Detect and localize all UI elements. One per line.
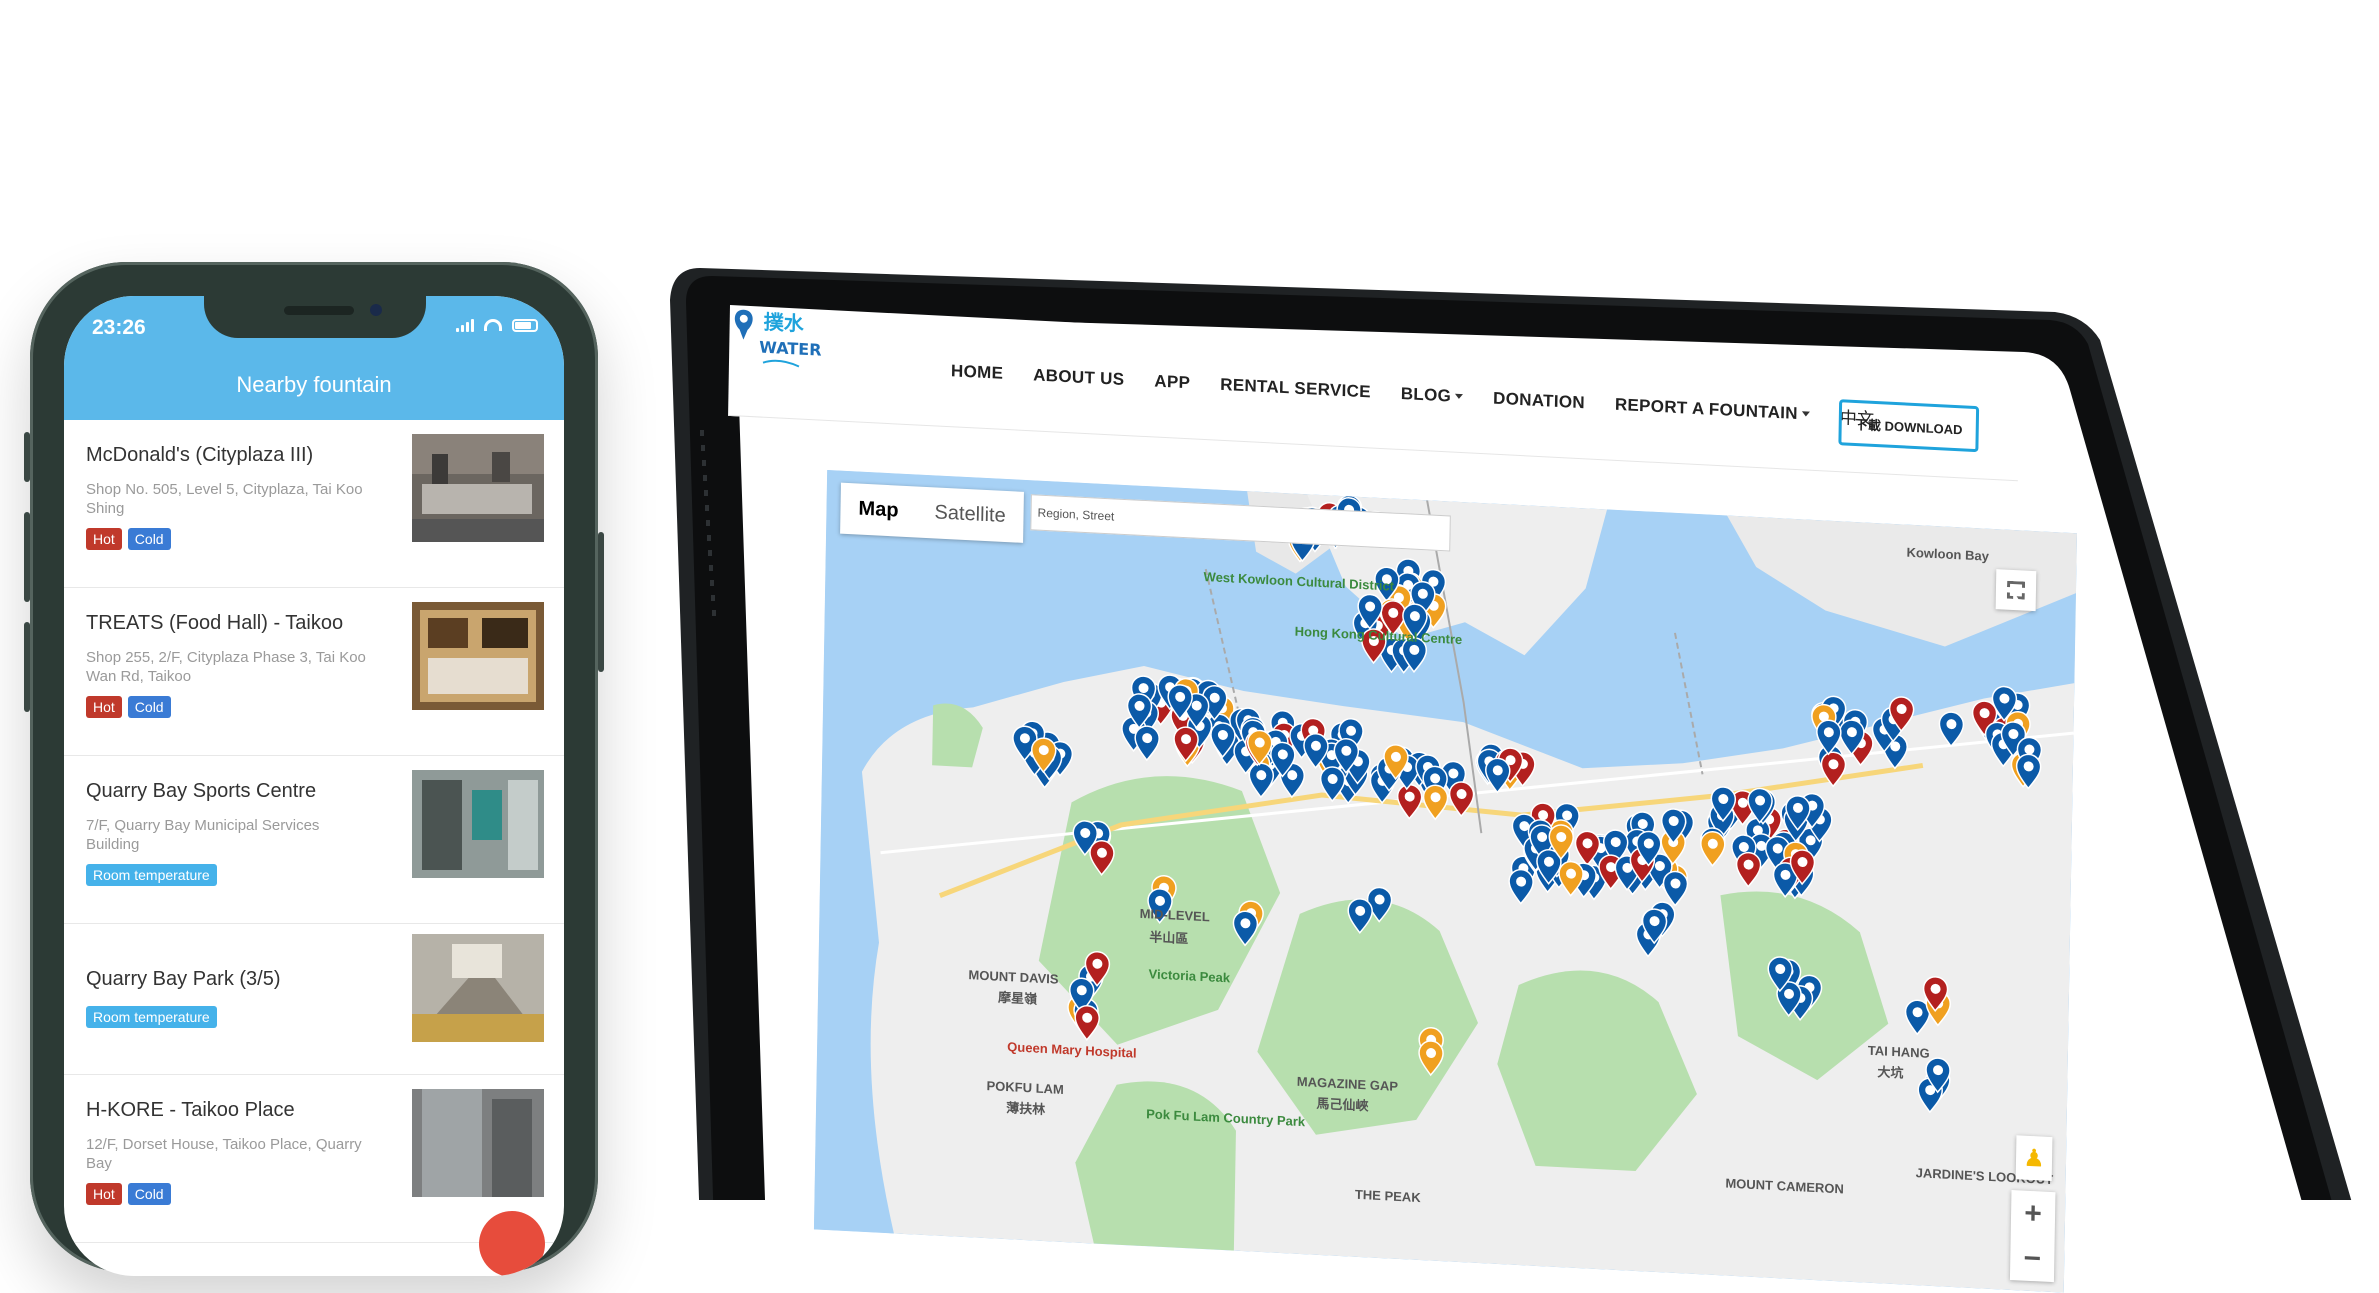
tab-satellite[interactable]: Satellite <box>916 486 1024 542</box>
tag-group: Hot Cold <box>86 528 171 550</box>
fullscreen-icon <box>2007 581 2025 600</box>
fountain-pin-icon[interactable] <box>1735 851 1762 888</box>
fountain-pin-icon[interactable] <box>1485 757 1511 794</box>
list-item[interactable]: Quarry Bay Sports Centre 7/F, Quarry Bay… <box>64 756 564 924</box>
tag-group: Room temperature <box>86 864 217 886</box>
fountain-thumbnail <box>412 770 544 878</box>
nav-blog-label: BLOG <box>1400 383 1452 406</box>
floating-action-button[interactable] <box>479 1211 545 1276</box>
fountain-pin-icon[interactable] <box>1319 766 1346 803</box>
tab-map[interactable]: Map <box>840 483 917 538</box>
phone-screen: 23:26 Nearby fountain McDonald's (Citypl… <box>64 296 564 1276</box>
list-item[interactable]: McDonald's (Cityplaza III) Shop No. 505,… <box>64 420 564 588</box>
tag-group: Hot Cold <box>86 696 171 718</box>
caret-down-icon <box>1455 393 1464 400</box>
fountain-pin-icon[interactable] <box>1938 711 1965 748</box>
nav-report-a-fountain[interactable]: REPORT A FOUNTAIN <box>1615 392 1810 427</box>
wifi-icon <box>484 319 502 331</box>
fountain-address: 12/F, Dorset House, Taikoo Place, Quarry… <box>86 1136 362 1172</box>
caret-down-icon <box>1801 411 1810 417</box>
hot-badge: Hot <box>86 528 122 550</box>
fountain-name: H-KORE - Taikoo Place <box>86 1099 295 1121</box>
room-temperature-badge: Room temperature <box>86 1006 217 1028</box>
site-navbar: 撲水 WATER HOME ABOUT US APP RENTAL SERVIC… <box>728 305 2020 482</box>
fountain-map[interactable]: Map Satellite Region, Street West Kowloo… <box>813 469 2078 1293</box>
fountain-pin-icon[interactable] <box>1662 870 1689 907</box>
nav-about-us[interactable]: ABOUT US <box>1033 362 1125 392</box>
map-label: TAI HANG <box>1867 1042 1930 1061</box>
fountain-pin-icon[interactable] <box>1820 751 1847 788</box>
fountain-thumbnail <box>412 1089 544 1197</box>
fountain-pin-icon[interactable] <box>1422 784 1449 821</box>
cold-badge: Cold <box>127 696 171 718</box>
battery-icon <box>512 318 538 332</box>
fountain-thumbnail <box>412 934 544 1042</box>
hot-badge: Hot <box>86 696 122 718</box>
svg-text:WATER: WATER <box>759 338 822 360</box>
map-type-control: Map Satellite <box>840 482 1025 543</box>
fountain-pin-icon[interactable] <box>1700 831 1726 867</box>
fountain-pin-icon[interactable] <box>1248 762 1275 799</box>
room-temperature-badge: Room temperature <box>86 864 217 886</box>
fountain-pin-icon[interactable] <box>1347 898 1373 935</box>
nav-app[interactable]: APP <box>1154 369 1190 396</box>
status-icons <box>456 318 538 332</box>
fountain-address: Shop No. 505, Level 5, Cityplaza, Tai Ko… <box>86 481 363 517</box>
map-label: 馬己仙峽 <box>1316 1095 1369 1114</box>
website: 撲水 WATER HOME ABOUT US APP RENTAL SERVIC… <box>714 305 2078 1293</box>
fountain-address: Shop 255, 2/F, Cityplaza Phase 3, Tai Ko… <box>86 649 366 685</box>
fountain-thumbnail <box>412 602 544 710</box>
fountain-pins <box>1012 494 2043 1114</box>
street-view-pegman-icon[interactable]: ♟ <box>2015 1135 2053 1182</box>
signal-icon <box>456 318 474 332</box>
nav-blog[interactable]: BLOG <box>1401 381 1464 409</box>
zoom-out-button[interactable]: − <box>2010 1235 2055 1282</box>
fullscreen-button[interactable] <box>1995 569 2037 612</box>
fountain-pin-icon[interactable] <box>1232 910 1259 947</box>
fountain-name: Quarry Bay Park (3/5) <box>86 968 281 990</box>
fountain-pin-icon[interactable] <box>1508 868 1534 905</box>
fountain-name: McDonald's (Cityplaza III) <box>86 444 314 466</box>
status-time: 23:26 <box>92 316 146 339</box>
list-item[interactable]: Quarry Bay Park (3/5) Room temperature <box>64 924 564 1075</box>
fountain-pin-icon[interactable] <box>1448 781 1475 818</box>
list-item[interactable]: TREATS (Food Hall) - Taikoo Shop 255, 2/… <box>64 588 564 756</box>
nav-report-label: REPORT A FOUNTAIN <box>1614 394 1799 423</box>
map-label: 大坑 <box>1877 1064 1904 1081</box>
fountain-pin-icon[interactable] <box>1074 1005 1100 1041</box>
nav-rental-service[interactable]: RENTAL SERVICE <box>1220 372 1371 405</box>
page-title: Nearby fountain <box>236 372 392 397</box>
phone-notch <box>204 296 426 338</box>
phone-mockup: 23:26 Nearby fountain McDonald's (Citypl… <box>24 262 604 1276</box>
nav-menu: HOME ABOUT US APP RENTAL SERVICE BLOG DO… <box>951 358 1905 431</box>
fountain-pin-icon[interactable] <box>1418 1040 1444 1077</box>
fountain-name: Quarry Bay Sports Centre <box>86 780 317 802</box>
fountain-pin-icon[interactable] <box>1089 840 1115 876</box>
fountain-pin-icon[interactable] <box>1134 725 1160 762</box>
map-label: 摩星嶺 <box>997 989 1038 1007</box>
cold-badge: Cold <box>127 528 171 550</box>
map-label: 半山區 <box>1149 929 1189 947</box>
tag-group: Hot Cold <box>86 1183 171 1205</box>
download-button[interactable]: 下載 DOWNLOAD <box>1838 399 1980 453</box>
fountain-list: McDonald's (Cityplaza III) Shop No. 505,… <box>64 420 564 1243</box>
fountain-thumbnail <box>412 434 544 542</box>
fountain-address: 7/F, Quarry Bay Municipal Services Build… <box>86 817 320 853</box>
fountain-pin-icon[interactable] <box>1396 783 1423 820</box>
nav-donation[interactable]: DONATION <box>1493 386 1585 416</box>
cold-badge: Cold <box>127 1183 171 1205</box>
tag-group: Room temperature <box>86 1006 217 1028</box>
zoom-control: + − <box>2009 1190 2056 1283</box>
svg-text:撲水: 撲水 <box>764 310 805 336</box>
map-label: 薄扶林 <box>1006 1100 1046 1118</box>
list-item[interactable]: H-KORE - Taikoo Place 12/F, Dorset House… <box>64 1075 564 1243</box>
nav-home[interactable]: HOME <box>951 358 1004 386</box>
water-logo[interactable]: 撲水 WATER <box>729 305 824 376</box>
zoom-in-button[interactable]: + <box>2011 1190 2056 1237</box>
fountain-name: TREATS (Food Hall) - Taikoo <box>86 612 344 634</box>
hot-badge: Hot <box>86 1183 122 1205</box>
